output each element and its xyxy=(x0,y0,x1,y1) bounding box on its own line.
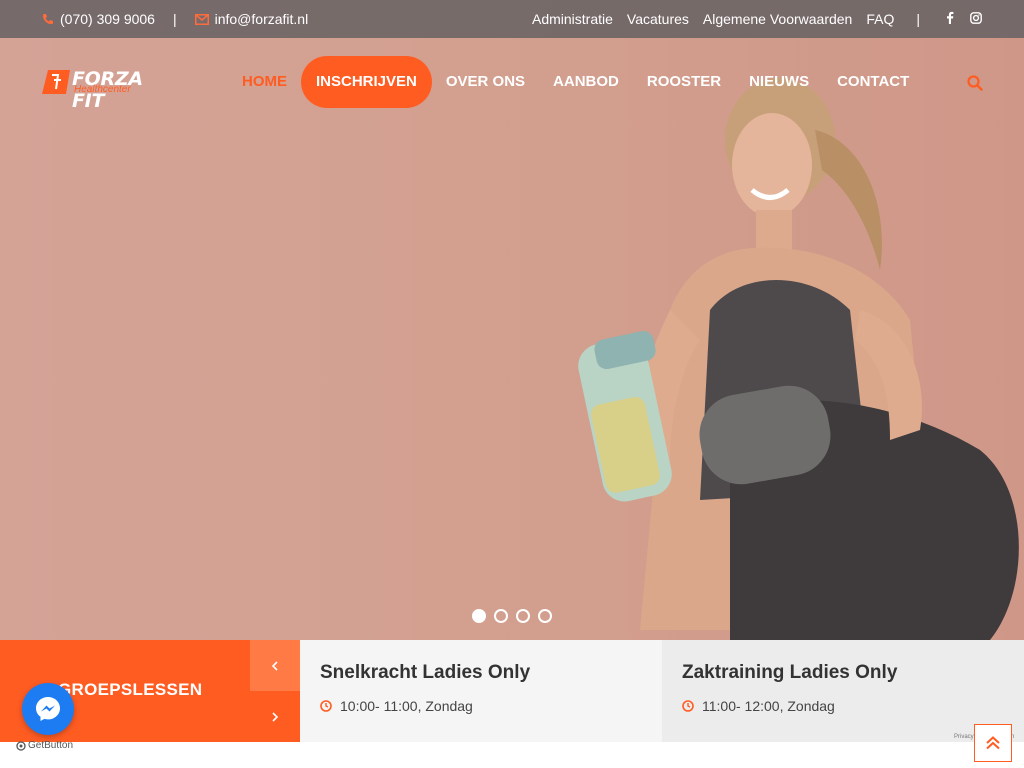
chevron-left-icon xyxy=(271,660,278,671)
double-chevron-up-icon xyxy=(986,736,1000,750)
class-time-text: 10:00- 11:00, Zondag xyxy=(340,698,473,714)
divider: | xyxy=(172,11,177,27)
nav-item-aanbod[interactable]: AANBOD xyxy=(539,56,633,108)
link-administratie[interactable]: Administratie xyxy=(532,11,613,27)
chevron-right-icon xyxy=(272,711,279,722)
slider-dot-4[interactable] xyxy=(538,609,552,623)
getbutton-label: GetButton xyxy=(28,740,74,751)
class-title: Snelkracht Ladies Only xyxy=(320,662,531,683)
class-card[interactable]: Zaktraining Ladies Only 11:00- 12:00, Zo… xyxy=(662,640,1024,742)
class-card[interactable]: Snelkracht Ladies Only 10:00- 11:00, Zon… xyxy=(300,640,662,742)
group-classes-label: GROEPSLESSEN xyxy=(58,680,203,699)
class-time-text: 11:00- 12:00, Zondag xyxy=(702,698,835,714)
next-button[interactable] xyxy=(250,691,300,742)
top-links: Administratie Vacatures Algemene Voorwaa… xyxy=(532,0,982,38)
class-time: 11:00- 12:00, Zondag xyxy=(682,698,1004,714)
class-time: 10:00- 11:00, Zondag xyxy=(320,698,642,714)
divider: | xyxy=(916,11,920,27)
brand-tagline: Healthcenter xyxy=(74,84,131,95)
hero-woman-image xyxy=(578,78,1019,640)
logo-mark-icon xyxy=(42,70,70,94)
clock-icon xyxy=(682,700,694,712)
group-classes-section: GROEPSLESSEN Snelkracht Ladies Only 10:0… xyxy=(0,640,1024,742)
slider-pagination xyxy=(472,609,552,623)
email-link[interactable]: info@forzafit.nl xyxy=(215,11,309,27)
nav-item-inschrijven[interactable]: INSCHRIJVEN xyxy=(301,56,432,108)
carousel-controls xyxy=(250,640,300,742)
slider-dot-2[interactable] xyxy=(494,609,508,623)
link-algemene-voorwaarden[interactable]: Algemene Voorwaarden xyxy=(703,11,852,27)
getbutton-logo-icon xyxy=(16,740,26,751)
contact-info: (070) 309 9006 | info@forzafit.nl xyxy=(42,0,308,38)
prev-button[interactable] xyxy=(250,640,300,691)
nav-item-over-ons[interactable]: OVER ONS xyxy=(432,56,539,108)
top-bar: (070) 309 9006 | info@forzafit.nl Admini… xyxy=(0,0,1024,38)
scroll-to-top-button[interactable] xyxy=(974,724,1012,762)
instagram-icon[interactable] xyxy=(970,11,982,27)
social-links xyxy=(946,11,982,27)
slider-dot-3[interactable] xyxy=(516,609,530,623)
nav-item-nieuws[interactable]: NIEUWS xyxy=(735,56,823,108)
getbutton-credit[interactable]: GetButton xyxy=(16,740,73,751)
phone-icon xyxy=(42,13,54,25)
brand-logo[interactable]: FORZA FIT Healthcenter xyxy=(42,68,176,112)
messenger-icon xyxy=(36,697,60,721)
class-title: Zaktraining Ladies Only xyxy=(682,662,898,683)
nav-item-contact[interactable]: CONTACT xyxy=(823,56,923,108)
nav-item-rooster[interactable]: ROOSTER xyxy=(633,56,735,108)
facebook-icon[interactable] xyxy=(946,11,954,27)
envelope-icon xyxy=(194,13,209,25)
nav-item-home[interactable]: HOME xyxy=(228,56,301,108)
search-icon[interactable] xyxy=(966,74,984,92)
phone-number[interactable]: (070) 309 9006 xyxy=(60,11,155,27)
link-vacatures[interactable]: Vacatures xyxy=(627,11,689,27)
slider-dot-1[interactable] xyxy=(472,609,486,623)
main-nav: HOME INSCHRIJVEN OVER ONS AANBOD ROOSTER… xyxy=(228,56,923,108)
link-faq[interactable]: FAQ xyxy=(866,11,894,27)
clock-icon xyxy=(320,700,332,712)
messenger-chat-button[interactable] xyxy=(22,683,74,735)
